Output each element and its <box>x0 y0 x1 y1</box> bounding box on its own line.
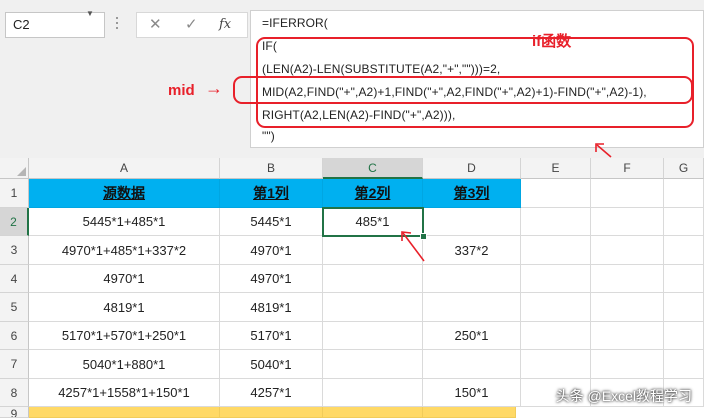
table-cell[interactable]: 5445*1 <box>220 208 323 236</box>
row-header[interactable]: 4 <box>0 265 29 293</box>
table-cell[interactable] <box>521 350 591 379</box>
table-cell[interactable] <box>664 208 704 236</box>
table-cell[interactable] <box>521 265 591 293</box>
table-cell[interactable] <box>323 379 423 407</box>
row-header[interactable]: 9 <box>0 407 29 418</box>
table-cell[interactable]: 第3列 <box>423 179 521 208</box>
row-header[interactable]: 5 <box>0 293 29 322</box>
column-header[interactable]: A <box>29 158 220 179</box>
formula-line: "") <box>262 129 275 143</box>
row-header[interactable]: 2 <box>0 208 29 236</box>
row-header[interactable]: 6 <box>0 322 29 350</box>
table-cell[interactable] <box>521 236 591 265</box>
formula-line: =IFERROR( <box>262 16 328 30</box>
table-cell[interactable] <box>664 265 704 293</box>
table-cell[interactable] <box>664 322 704 350</box>
column-header[interactable]: E <box>521 158 591 179</box>
table-cell[interactable] <box>323 350 423 379</box>
table-cell[interactable]: 337*2 <box>423 236 521 265</box>
table-cell[interactable]: 150*1 <box>423 379 521 407</box>
table-cell[interactable] <box>423 265 521 293</box>
table-cell[interactable]: 250*1 <box>423 322 521 350</box>
row-header[interactable]: 7 <box>0 350 29 379</box>
column-header[interactable]: C <box>323 158 423 179</box>
arrow-right-icon: → <box>205 78 223 98</box>
drag-handle-icon[interactable] <box>116 17 120 33</box>
table-cell[interactable]: 5445*1+485*1 <box>29 208 220 236</box>
table-cell[interactable] <box>423 208 521 236</box>
mid-annotation-box <box>233 76 693 104</box>
table-cell[interactable] <box>29 407 220 418</box>
table-cell[interactable] <box>591 208 664 236</box>
name-box-value: C2 <box>13 17 30 32</box>
row-header[interactable]: 3 <box>0 236 29 265</box>
table-cell[interactable]: 4819*1 <box>29 293 220 322</box>
table-cell[interactable] <box>323 293 423 322</box>
chevron-down-icon[interactable]: ▼ <box>86 9 94 18</box>
spreadsheet-grid: A B C D E F G 1 源数据 第1列 第2列 第3列 2 5445*1… <box>0 158 704 418</box>
table-cell[interactable] <box>423 407 516 418</box>
table-cell[interactable]: 4970*1 <box>29 265 220 293</box>
table-cell[interactable]: 5170*1+570*1+250*1 <box>29 322 220 350</box>
table-cell[interactable]: 5170*1 <box>220 322 323 350</box>
table-cell[interactable] <box>591 322 664 350</box>
table-cell[interactable] <box>521 179 591 208</box>
table-cell[interactable] <box>664 236 704 265</box>
arrow-up-left-icon <box>401 231 425 262</box>
table-cell[interactable]: 4819*1 <box>220 293 323 322</box>
table-cell[interactable]: 5040*1 <box>220 350 323 379</box>
row-header[interactable]: 1 <box>0 179 29 208</box>
close-icon[interactable]: ✕ <box>149 16 162 34</box>
table-cell[interactable] <box>664 293 704 322</box>
table-cell[interactable] <box>423 350 521 379</box>
arrow-up-left-icon <box>595 143 612 158</box>
table-cell[interactable] <box>521 208 591 236</box>
table-cell[interactable] <box>323 265 423 293</box>
table-cell[interactable]: 5040*1+880*1 <box>29 350 220 379</box>
watermark: 头条 @Excel教程学习 <box>555 388 692 404</box>
table-cell[interactable] <box>591 265 664 293</box>
table-cell[interactable] <box>220 407 323 418</box>
table-cell[interactable] <box>323 322 423 350</box>
select-all-button[interactable] <box>0 158 29 179</box>
table-cell[interactable] <box>591 293 664 322</box>
insert-function-button[interactable]: fx <box>219 16 231 34</box>
column-header[interactable]: B <box>220 158 323 179</box>
if-annotation-label: if函数 <box>532 33 572 50</box>
table-cell[interactable]: 4257*1 <box>220 379 323 407</box>
table-cell[interactable]: 第2列 <box>323 179 423 208</box>
row-header[interactable]: 8 <box>0 379 29 407</box>
table-cell[interactable] <box>423 293 521 322</box>
table-cell[interactable] <box>591 350 664 379</box>
table-cell[interactable]: 4970*1+485*1+337*2 <box>29 236 220 265</box>
table-cell[interactable]: 4970*1 <box>220 265 323 293</box>
column-header[interactable]: D <box>423 158 521 179</box>
check-icon[interactable]: ✓ <box>185 16 198 34</box>
mid-annotation-label: mid <box>168 82 195 99</box>
table-cell[interactable] <box>591 236 664 265</box>
table-cell[interactable]: 源数据 <box>29 179 220 208</box>
formula-bar-area: C2 ▼ ✕ ✓ fx =IFERROR( IF( (LEN(A2)-LEN(S… <box>0 0 704 158</box>
table-cell[interactable] <box>521 322 591 350</box>
formula-buttons: ✕ ✓ fx <box>136 12 248 38</box>
column-header[interactable]: F <box>591 158 664 179</box>
column-header[interactable]: G <box>664 158 704 179</box>
table-cell[interactable] <box>664 350 704 379</box>
table-cell[interactable]: 4970*1 <box>220 236 323 265</box>
table-cell[interactable] <box>664 179 704 208</box>
table-cell[interactable]: 4257*1+1558*1+150*1 <box>29 379 220 407</box>
table-cell[interactable] <box>591 179 664 208</box>
table-cell[interactable] <box>521 293 591 322</box>
table-cell[interactable] <box>323 407 423 418</box>
table-cell[interactable]: 第1列 <box>220 179 323 208</box>
